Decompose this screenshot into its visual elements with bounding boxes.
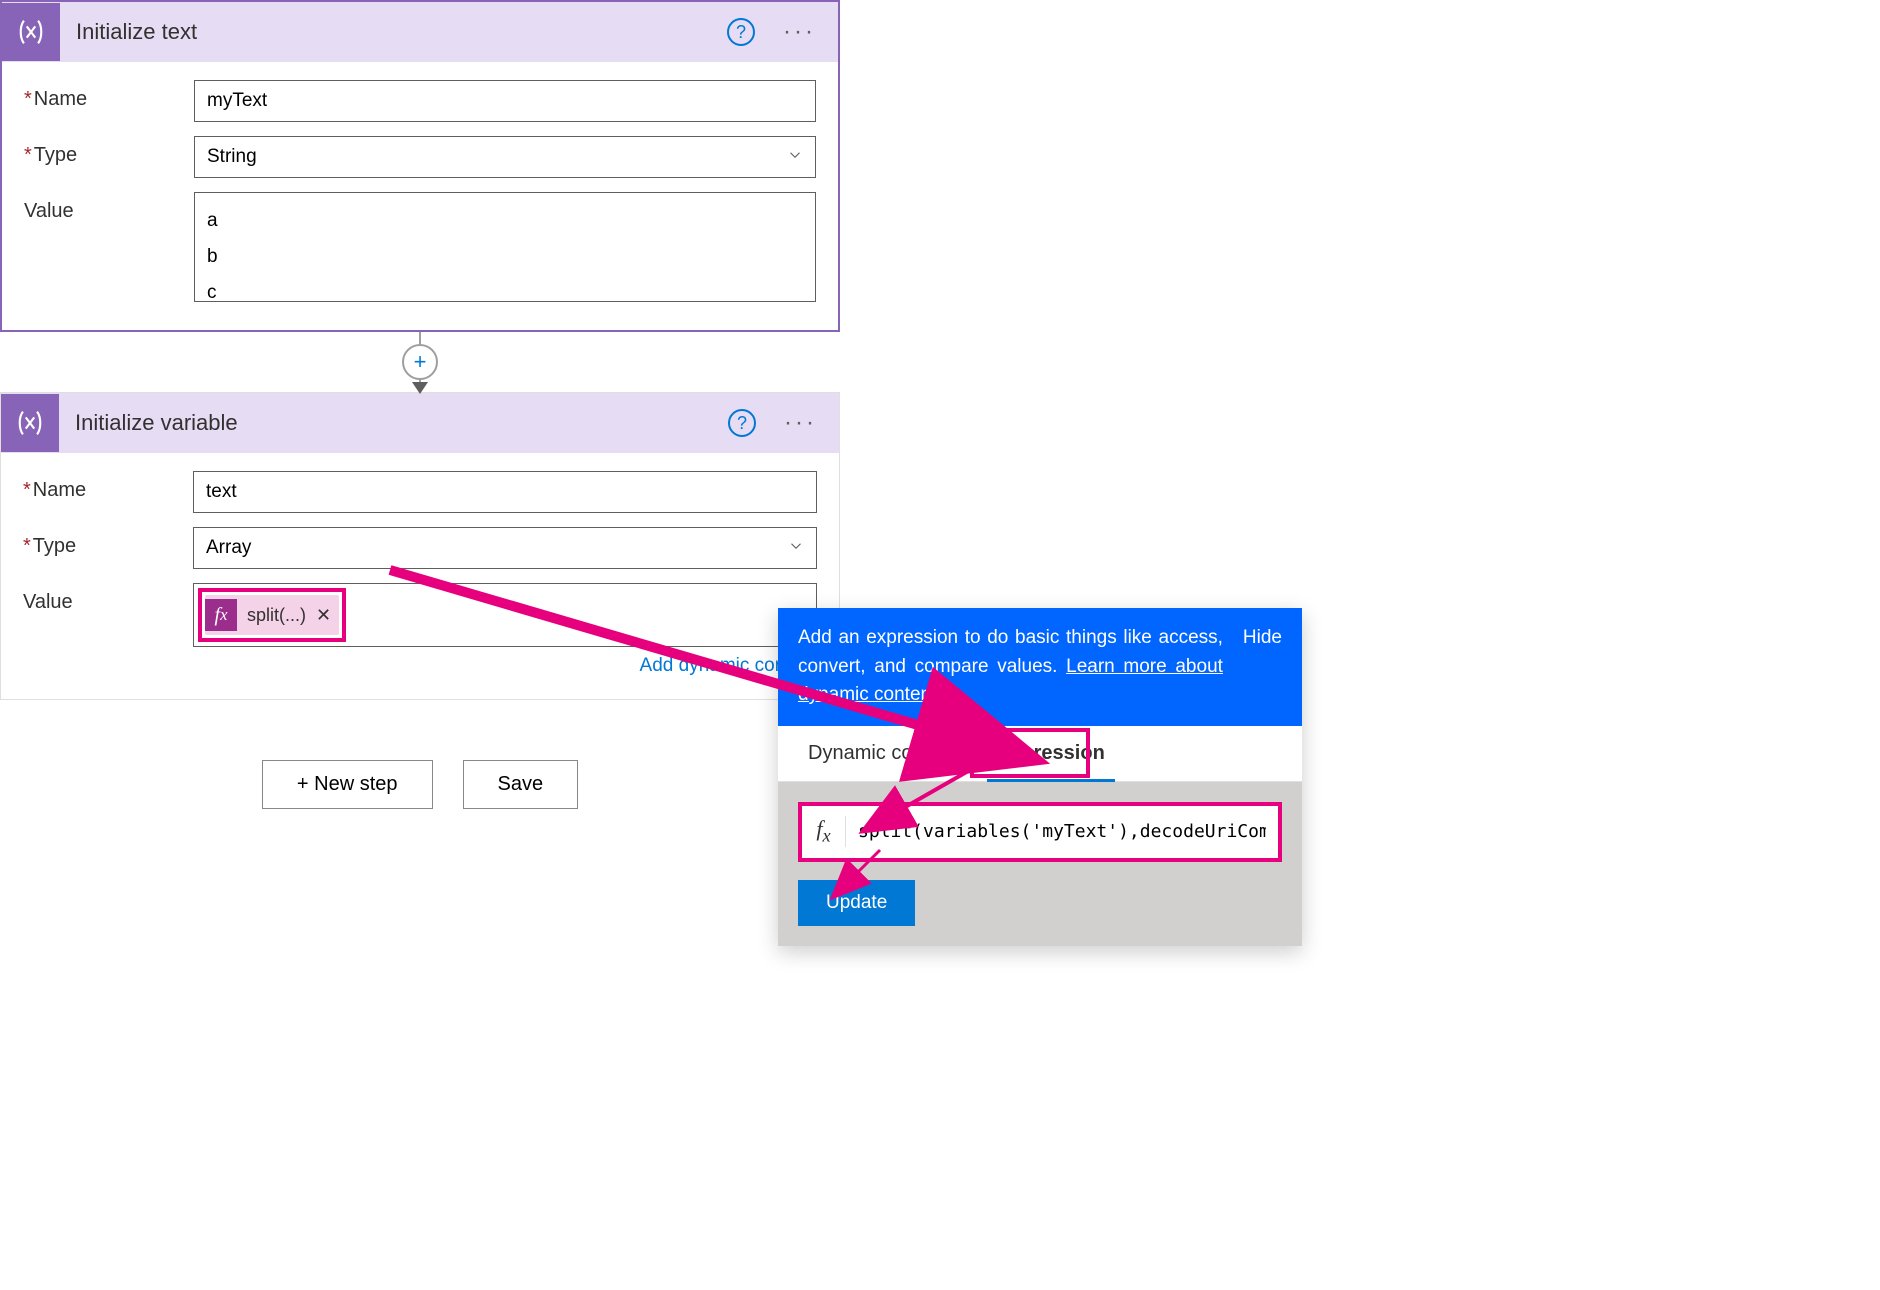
value-token-input[interactable]: fx split(...) ✕ [193, 583, 817, 647]
variable-icon [1, 394, 59, 452]
step-initialize-variable[interactable]: Initialize variable ? ··· *Name *Type Ar… [0, 392, 840, 700]
value-textarea[interactable] [194, 192, 816, 302]
arrow-down-icon [412, 382, 428, 394]
type-label: *Type [24, 136, 194, 167]
expression-token[interactable]: fx split(...) ✕ [205, 595, 339, 635]
new-step-button[interactable]: + New step [262, 760, 433, 809]
token-label: split(...) [247, 605, 306, 626]
hide-popup-link[interactable]: Hide [1243, 624, 1282, 710]
type-select[interactable]: String [194, 136, 816, 178]
fx-icon: fx [802, 816, 846, 846]
step-initialize-text[interactable]: Initialize text ? ··· *Name *Type String [0, 0, 840, 332]
type-select[interactable]: Array [193, 527, 817, 569]
annotation-highlight: fx [798, 802, 1282, 862]
name-label: *Name [23, 471, 193, 502]
update-button[interactable]: Update [798, 880, 915, 926]
value-label: Value [24, 192, 194, 223]
save-button[interactable]: Save [463, 760, 579, 809]
add-step-connector: + [0, 332, 840, 392]
name-label: *Name [24, 80, 194, 111]
expression-editor-popup: Add an expression to do basic things lik… [778, 608, 1302, 946]
tab-expression[interactable]: Expression [987, 726, 1115, 781]
variable-icon [2, 3, 60, 61]
remove-token-icon[interactable]: ✕ [316, 605, 331, 626]
card-title: Initialize variable [75, 410, 728, 436]
name-input[interactable] [194, 80, 816, 122]
card-title: Initialize text [76, 19, 727, 45]
insert-step-button[interactable]: + [402, 344, 438, 380]
fx-icon: fx [205, 599, 237, 631]
card-header[interactable]: Initialize text ? ··· [2, 2, 838, 62]
tab-dynamic-content[interactable]: Dynamic content [798, 726, 967, 781]
add-dynamic-content-link[interactable]: Add dynamic content [193, 655, 817, 677]
more-menu-icon[interactable]: ··· [776, 409, 825, 437]
annotation-highlight: fx split(...) ✕ [198, 588, 346, 642]
more-menu-icon[interactable]: ··· [775, 18, 824, 46]
popup-hint: Add an expression to do basic things lik… [778, 608, 1302, 726]
name-input[interactable] [193, 471, 817, 513]
card-header[interactable]: Initialize variable ? ··· [1, 393, 839, 453]
expression-input[interactable] [846, 806, 1278, 858]
help-icon[interactable]: ? [727, 18, 755, 46]
type-label: *Type [23, 527, 193, 558]
value-label: Value [23, 583, 193, 614]
help-icon[interactable]: ? [728, 409, 756, 437]
